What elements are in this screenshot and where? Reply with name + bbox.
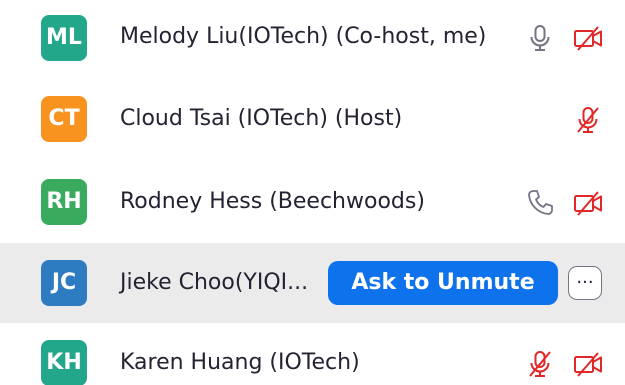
participant-name: Karen Huang (IOTech) <box>120 350 360 375</box>
ask-to-unmute-button[interactable]: Ask to Unmute <box>328 261 558 305</box>
participant-row-karen-huang[interactable]: KH Karen Huang (IOTech) <box>0 323 625 385</box>
avatar: ML <box>41 15 87 61</box>
more-options-button[interactable]: ··· <box>568 266 602 300</box>
participants-list: ML Melody Liu(IOTech) (Co-host, me) CT C… <box>0 0 625 385</box>
participant-row-melody-liu[interactable]: ML Melody Liu(IOTech) (Co-host, me) <box>0 0 625 80</box>
participant-name: Jieke Choo(YIQI... <box>120 270 309 295</box>
mic-muted-icon[interactable] <box>524 348 556 380</box>
mic-muted-icon[interactable] <box>572 104 604 136</box>
avatar: RH <box>41 179 87 225</box>
participant-row-cloud-tsai[interactable]: CT Cloud Tsai (IOTech) (Host) <box>0 80 625 160</box>
participant-name: Cloud Tsai (IOTech) (Host) <box>120 106 403 131</box>
participant-name: Rodney Hess (Beechwoods) <box>120 189 425 214</box>
avatar: CT <box>41 96 87 142</box>
phone-icon[interactable] <box>524 187 556 219</box>
mic-icon[interactable] <box>524 22 556 54</box>
avatar: JC <box>41 260 87 306</box>
participant-row-jieke-choo[interactable]: JC Jieke Choo(YIQI... Ask to Unmute ··· <box>0 243 625 323</box>
video-off-icon[interactable] <box>572 22 604 54</box>
video-off-icon[interactable] <box>572 187 604 219</box>
participant-name: Melody Liu(IOTech) (Co-host, me) <box>120 24 487 49</box>
video-off-icon[interactable] <box>572 348 604 380</box>
participant-row-rodney-hess[interactable]: RH Rodney Hess (Beechwoods) <box>0 162 625 242</box>
avatar: KH <box>41 340 87 385</box>
